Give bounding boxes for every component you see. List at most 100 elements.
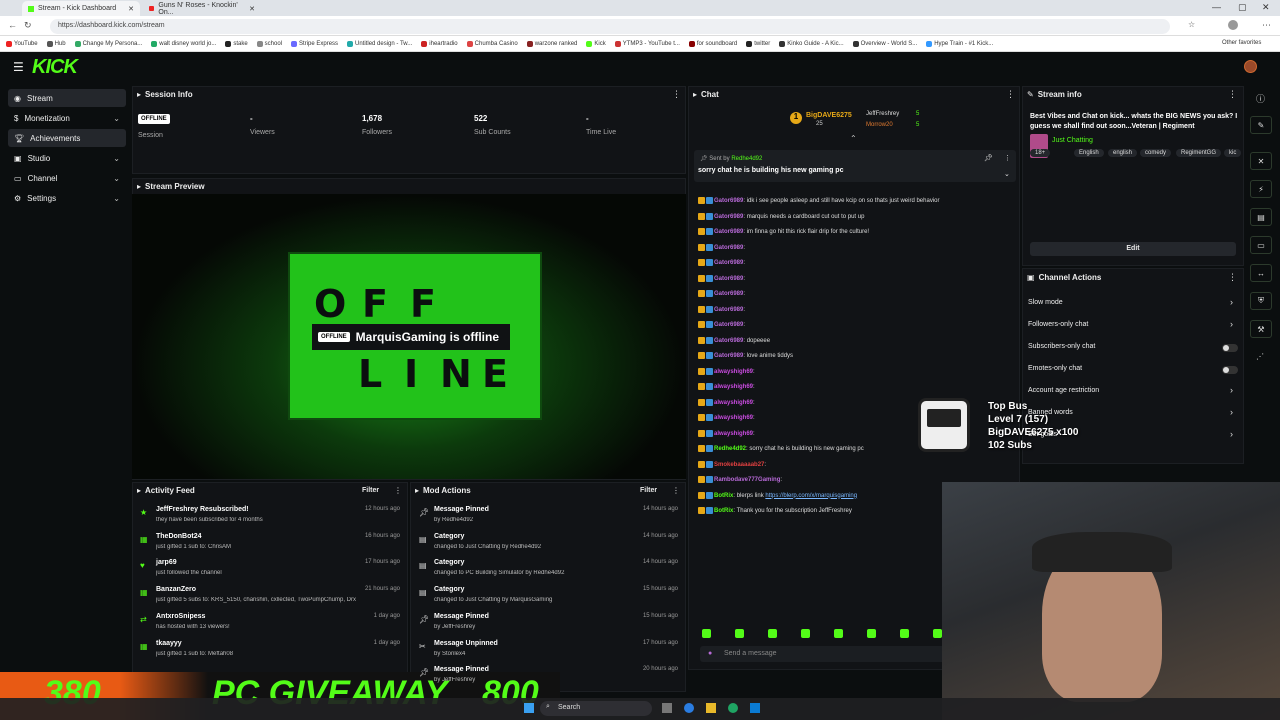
chat-username[interactable]: alwayshigh69	[714, 415, 753, 421]
folder-icon[interactable]	[706, 703, 716, 713]
task-view-icon[interactable]	[662, 703, 672, 713]
bookmark-item[interactable]: Overview - World S...	[852, 40, 917, 47]
chevron-right-icon[interactable]: ›	[1230, 319, 1233, 329]
channel-action-account-age-restriction[interactable]: Account age restriction	[1028, 387, 1099, 394]
edge-icon[interactable]	[684, 703, 694, 713]
bookmark-item[interactable]: Change My Persona...	[74, 40, 142, 47]
emote-icon[interactable]	[867, 629, 876, 638]
bookmark-item[interactable]: Kick	[586, 40, 606, 47]
chat-link[interactable]: https://blerp.com/x/marquisgaming	[765, 493, 857, 499]
tab-stream-dashboard[interactable]: Stream - Kick Dashboard ✕	[22, 1, 140, 16]
collapse-icon[interactable]: ⌃	[850, 134, 857, 143]
pin-icon[interactable]: 📌︎	[984, 154, 993, 162]
chat-username[interactable]: Gator6989	[714, 245, 743, 251]
emote-icon[interactable]	[933, 629, 942, 638]
bookmark-item[interactable]: walt disney world jo...	[151, 40, 216, 47]
chat-username[interactable]: Gator6989	[714, 322, 743, 328]
bookmark-item[interactable]: Hype Train - #1 Kick...	[926, 40, 993, 47]
profile-avatar[interactable]	[1228, 20, 1238, 30]
chat-username[interactable]: Gator6989	[714, 291, 743, 297]
channel-action-emotes-only-chat[interactable]: Emotes-only chat	[1028, 365, 1082, 372]
more-icon[interactable]: ⋮	[1228, 89, 1237, 100]
bookmark-item[interactable]: iheartradio	[421, 40, 458, 47]
sidebar-item-achievements[interactable]: 🏆︎ Achievements	[8, 129, 126, 147]
more-icon[interactable]: ⋯	[1262, 20, 1271, 31]
other-favorites[interactable]: Other favorites	[1222, 40, 1261, 46]
emote-icon[interactable]	[768, 629, 777, 638]
chat-username[interactable]: Gator6989	[714, 276, 743, 282]
more-icon[interactable]: ⋮	[1006, 89, 1015, 100]
chat-username[interactable]: Gator6989	[714, 198, 743, 204]
star-icon[interactable]: ☆	[1188, 20, 1195, 29]
bookmark-item[interactable]: school	[256, 40, 282, 47]
store-icon[interactable]	[750, 703, 760, 713]
chat-username[interactable]: Redhe4d92	[714, 446, 746, 452]
tag-chip[interactable]: kic	[1224, 149, 1242, 157]
sidebar-item-monetization[interactable]: $ Monetization ⌄	[8, 109, 126, 127]
more-icon[interactable]: ⋮	[1228, 272, 1237, 283]
lightning-icon[interactable]: ⚡	[1250, 180, 1272, 198]
sidebar-item-studio[interactable]: ▣ Studio ⌄	[8, 149, 126, 167]
filter-button[interactable]: Filter	[362, 487, 379, 494]
windows-start-icon[interactable]	[524, 703, 534, 713]
sidebar-item-settings[interactable]: ⚙ Settings ⌄	[8, 189, 126, 207]
bookmark-item[interactable]: Chumba Casino	[466, 40, 518, 47]
chat-username[interactable]: BotRix	[714, 493, 733, 499]
toggle-switch[interactable]	[1222, 366, 1238, 374]
chevron-down-icon[interactable]: ⌄	[1004, 170, 1010, 178]
bookmark-item[interactable]: stake	[225, 40, 248, 47]
sidebar-item-stream[interactable]: ◉ Stream	[8, 89, 126, 107]
bookmark-item[interactable]: twitter	[746, 40, 770, 47]
chat-icon[interactable]: ▭	[1250, 236, 1272, 254]
close-icon[interactable]: ✕	[249, 5, 255, 13]
chevron-right-icon[interactable]: ›	[1230, 407, 1233, 417]
chat-username[interactable]: Smokebaaaaab27	[714, 462, 764, 468]
close-icon[interactable]: ✕	[128, 5, 134, 13]
tag-chip[interactable]: comedy	[1140, 149, 1172, 157]
emote-icon[interactable]	[834, 629, 843, 638]
emote-icon[interactable]	[900, 629, 909, 638]
chat-username[interactable]: alwayshigh69	[714, 384, 753, 390]
chat-username[interactable]: alwayshigh69	[714, 400, 753, 406]
channel-action-followers-only-chat[interactable]: Followers-only chat	[1028, 321, 1088, 328]
more-icon[interactable]: ⋮	[1004, 154, 1011, 162]
more-icon[interactable]: ⋮	[394, 486, 402, 495]
url-input[interactable]: https://dashboard.kick.com/stream	[50, 19, 1170, 34]
sidebar-item-channel[interactable]: ▭ Channel ⌄	[8, 169, 126, 187]
bookmark-item[interactable]: for soundboard	[688, 40, 737, 47]
chat-username[interactable]: Rambodave777Gaming	[714, 477, 780, 483]
tag-chip[interactable]: 18+	[1030, 149, 1051, 157]
channel-action-slow-mode[interactable]: Slow mode	[1028, 299, 1063, 306]
tool-icon[interactable]: ✕	[1250, 152, 1272, 170]
bookmark-item[interactable]: Stripe Express	[291, 40, 338, 47]
chat-username[interactable]: Gator6989	[714, 229, 743, 235]
more-icon[interactable]: ⋮	[672, 486, 680, 495]
minimize-icon[interactable]: —	[1212, 2, 1221, 12]
reload-icon[interactable]: ↻	[24, 20, 32, 31]
channel-action-banned-words[interactable]: Banned words	[1028, 409, 1073, 416]
mic-icon[interactable]: ●	[708, 650, 712, 657]
emote-icon[interactable]	[801, 629, 810, 638]
kick-logo[interactable]: KICK	[32, 56, 78, 79]
document-icon[interactable]: ▤	[1250, 208, 1272, 226]
maximize-icon[interactable]: ▢	[1238, 2, 1247, 13]
shield-icon[interactable]: ⛨	[1250, 292, 1272, 310]
chevron-right-icon[interactable]: ›	[1230, 385, 1233, 395]
chat-username[interactable]: alwayshigh69	[714, 369, 753, 375]
channel-action-subscribers-only-chat[interactable]: Subscribers-only chat	[1028, 343, 1095, 350]
edit-button[interactable]: Edit	[1030, 242, 1236, 256]
wrench-icon[interactable]: ⚒	[1250, 320, 1272, 338]
bookmark-item[interactable]: Hub	[46, 40, 66, 47]
chat-username[interactable]: alwayshigh69	[714, 431, 753, 437]
hamburger-menu-icon[interactable]: ☰	[13, 60, 24, 74]
chat-username[interactable]: Gator6989	[714, 260, 743, 266]
chevron-right-icon[interactable]: ›	[1230, 297, 1233, 307]
emote-icon[interactable]	[735, 629, 744, 638]
bookmark-item[interactable]: warzone ranked	[526, 40, 577, 47]
tag-chip[interactable]: english	[1108, 149, 1138, 157]
bookmark-item[interactable]: Kinko Guide - A Kic...	[779, 40, 844, 47]
chat-username[interactable]: BotRix	[714, 508, 733, 514]
tab-youtube[interactable]: Guns N' Roses - Knockin' On... ✕	[143, 1, 261, 16]
bookmark-item[interactable]: YTMP3 - YouTube t...	[614, 40, 680, 47]
chat-username[interactable]: Gator6989	[714, 214, 743, 220]
